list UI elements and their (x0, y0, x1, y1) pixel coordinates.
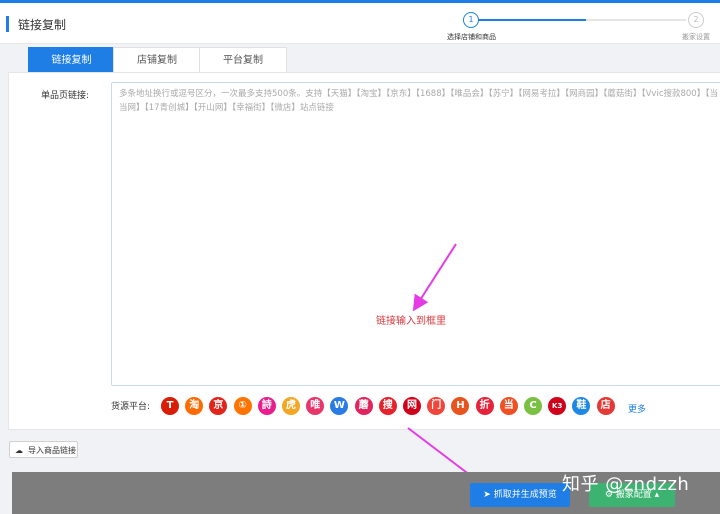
shi-icon[interactable]: 詩 (257, 397, 276, 415)
ali1688-icon[interactable]: ① (233, 397, 252, 415)
c-icon[interactable]: C (524, 397, 542, 415)
dian-icon[interactable]: 店 (596, 397, 615, 415)
wangshang-icon[interactable]: 网 (403, 397, 421, 415)
fetch-preview-label: 抓取并生成预览 (493, 490, 557, 500)
platform-label: 货源平台: (111, 402, 151, 412)
watermark: 知乎 @zndzzh (562, 474, 690, 495)
import-button-label: 导入商品链接 (28, 446, 76, 455)
more-platforms-link[interactable]: 更多 (628, 402, 646, 415)
sou-icon[interactable]: 搜 (378, 397, 397, 415)
send-icon: ➤ (483, 490, 494, 500)
arrow-to-textarea (412, 243, 457, 312)
annotation-text: 链接输入到框里 (376, 316, 446, 327)
cloud-upload-icon: ☁ (15, 446, 23, 455)
zhe-icon[interactable]: 折 (475, 397, 494, 415)
import-products-button[interactable]: ☁ 导入商品链接 (9, 441, 78, 458)
fetch-preview-button[interactable]: ➤ 抓取并生成预览 (470, 483, 570, 507)
tmall-icon[interactable]: T (161, 397, 179, 415)
annotation-arrows (407, 243, 491, 491)
tiger-icon[interactable]: 虎 (282, 397, 300, 415)
mogu-icon[interactable]: 蘑 (354, 397, 373, 415)
dangdang-icon[interactable]: 当 (499, 397, 518, 415)
